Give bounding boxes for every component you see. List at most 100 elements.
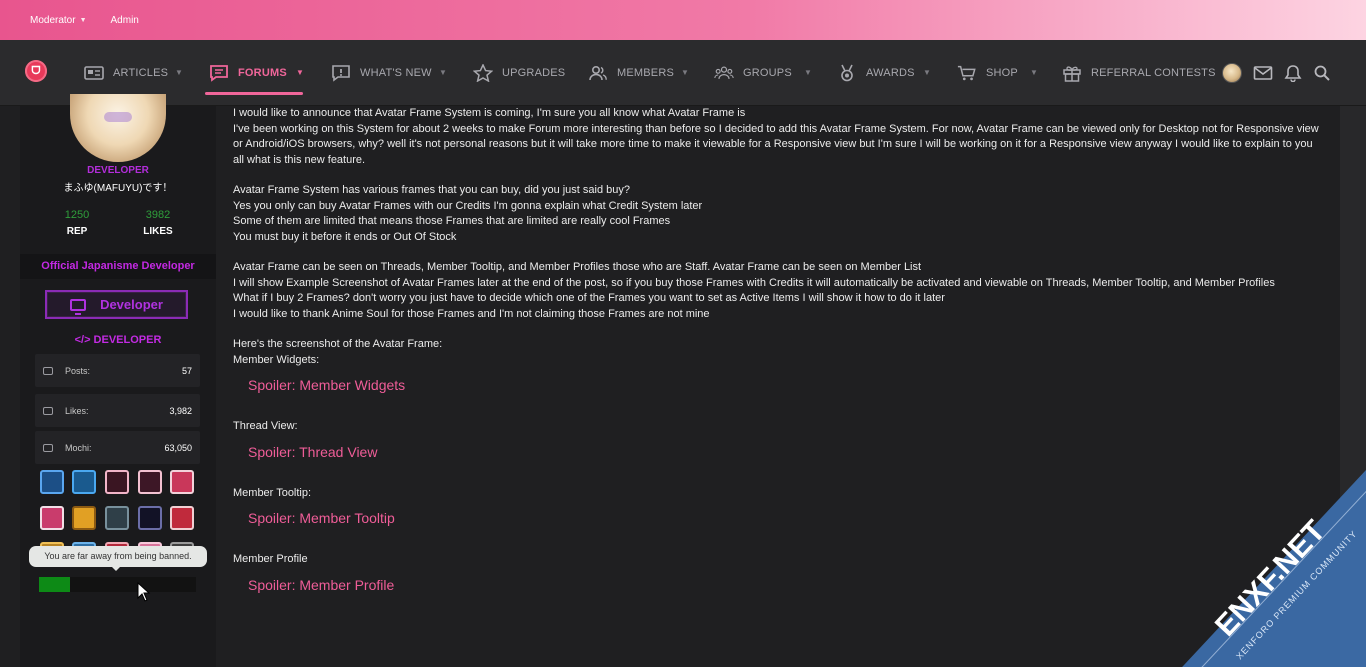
rep-stat: 1250 REP [37,209,117,237]
nav-item-members[interactable]: MEMBERS [588,62,674,84]
badge-diamond-icon[interactable] [170,470,194,494]
moderator-menu[interactable]: Moderator ▼ [30,15,87,26]
badge-tools-icon[interactable] [40,470,64,494]
badge-chevron-icon[interactable] [72,506,96,530]
ban-meter-progress[interactable] [39,577,196,592]
medal-icon [841,64,853,82]
post-line: Avatar Frame can be seen on Threads, Mem… [233,261,922,273]
likes-row: Likes: 3,982 [35,394,200,427]
nav-item-whats-new[interactable]: WHAT'S NEW [331,62,432,84]
mochi-row: Mochi: 63,050 [35,431,200,464]
nav-label-upgrades: UPGRADES [502,67,566,79]
star-icon [473,64,493,82]
main-navigation: ᗜ ARTICLES ▼ FORUMS ▼ WHAT'S NEW ▼ UPGRA… [0,40,1366,106]
coins-icon [43,443,53,452]
post-line: I would like to announce that Avatar Fra… [233,107,746,119]
chevron-down-icon: ▼ [79,16,87,24]
likes-stat: 3982 LIKES [118,209,198,237]
user-avatar[interactable] [70,94,166,162]
spoiler-member-widgets[interactable]: Spoiler: Member Widgets [233,377,1323,393]
developer-banner-label: Developer [100,297,163,312]
likes-row-value: 3,982 [169,405,192,416]
chevron-down-icon[interactable]: ▼ [439,68,447,77]
badge-microphone-icon[interactable] [105,506,129,530]
admin-link[interactable]: Admin [111,15,139,26]
nav-label-shop: SHOP [986,67,1018,79]
chevron-down-icon[interactable]: ▼ [923,68,931,77]
developer-banner: Developer [45,290,188,319]
nav-item-referral-contests[interactable]: REFERRAL CONTESTS [1062,62,1216,84]
nav-label-groups: GROUPS [743,67,792,79]
conversations-button[interactable] [1253,62,1273,84]
spoiler-thread-view[interactable]: Spoiler: Thread View [233,444,1323,460]
post-line: Avatar Frame System has various frames t… [233,184,631,196]
badge-gem-icon[interactable] [105,470,129,494]
users-icon [714,66,734,79]
bell-icon [1284,65,1302,82]
enxf-watermark-logo: ENXF.NET XENFORO PREMIUM COMMUNITY [1182,470,1366,667]
post-paragraph: Avatar Frame can be seen on Threads, Mem… [233,260,1323,322]
section-label-member-tooltip: Member Tooltip: [233,486,312,499]
nav-label-whats-new: WHAT'S NEW [360,67,432,79]
thumbs-up-icon [43,406,53,415]
rep-label: REP [66,226,88,237]
badge-triangle-icon[interactable] [40,506,64,530]
chevron-down-icon[interactable]: ▼ [296,68,304,77]
mochi-label: Mochi: [65,442,92,453]
chevron-down-icon[interactable]: ▼ [175,68,183,77]
badge-infinity-icon[interactable] [72,470,96,494]
nav-label-members: MEMBERS [617,67,675,79]
alerts-button[interactable] [1284,62,1302,84]
spoiler-member-profile[interactable]: Spoiler: Member Profile [233,577,1323,593]
spoiler-member-tooltip[interactable]: Spoiler: Member Tooltip [233,510,1323,526]
admin-label: Admin [110,14,139,26]
badge-gift-icon[interactable] [170,506,194,530]
nav-item-awards[interactable]: AWARDS [837,62,915,84]
nav-item-groups[interactable]: GROUPS [714,62,792,84]
account-avatar[interactable] [1222,62,1242,84]
badge-gem-icon[interactable] [138,470,162,494]
user-title: DEVELOPER [87,165,149,176]
nav-item-upgrades[interactable]: UPGRADES [473,62,565,84]
comment-icon [210,65,228,82]
cart-icon [957,65,976,81]
post-line: What if I buy 2 Frames? don't worry you … [233,292,945,304]
mochi-value: 63,050 [164,442,192,453]
chevron-down-icon[interactable]: ▼ [681,68,689,77]
section-label-thread-view: Thread View: [233,420,298,432]
posts-row: Posts: 57 [35,354,200,387]
nav-label-forums: FORUMS [238,67,287,79]
badge-planet-icon[interactable] [138,506,162,530]
post-paragraph: I would like to announce that Avatar Fra… [233,106,1323,168]
likes-row-label: Likes: [65,405,89,416]
nav-item-forums[interactable]: FORUMS [209,62,287,84]
ban-meter-fill [39,577,71,592]
screenshot-intro: Here's the screenshot of the Avatar Fram… [233,338,443,350]
ban-meter-tooltip: You are far away from being banned. [29,546,207,571]
monitor-icon [70,298,87,315]
search-icon [1314,65,1330,81]
gift-icon [1063,66,1081,82]
post-line: I would like to thank Anime Soul for tho… [233,307,710,320]
nav-label-awards: AWARDS [866,67,915,79]
alert-icon [332,65,350,82]
post-body: I would like to announce that Avatar Fra… [233,106,1323,619]
chevron-down-icon[interactable]: ▼ [804,68,812,77]
rep-value: 1250 [64,209,90,221]
nav-item-articles[interactable]: ARTICLES [84,62,168,84]
post-line: Yes you only can buy Avatar Frames with … [233,199,703,212]
post-line: I've been working on this System for abo… [233,122,1319,166]
site-logo[interactable]: ᗜ [25,60,47,82]
newspaper-icon [84,66,104,80]
post-line: I will show Example Screenshot of Avatar… [233,276,1275,289]
chevron-down-icon[interactable]: ▼ [1030,68,1038,77]
mouse-cursor-icon [137,582,151,602]
moderator-label: Moderator [30,14,76,26]
username[interactable]: まふゆ(MAFUYU)です！ [20,179,216,194]
avatar [1222,63,1242,83]
envelope-icon [1253,66,1273,80]
nav-item-shop[interactable]: SHOP [957,62,1018,84]
likes-value: 3982 [145,209,171,221]
user-banner-official: Official Japanisme Developer [20,254,216,279]
search-button[interactable] [1313,62,1331,84]
